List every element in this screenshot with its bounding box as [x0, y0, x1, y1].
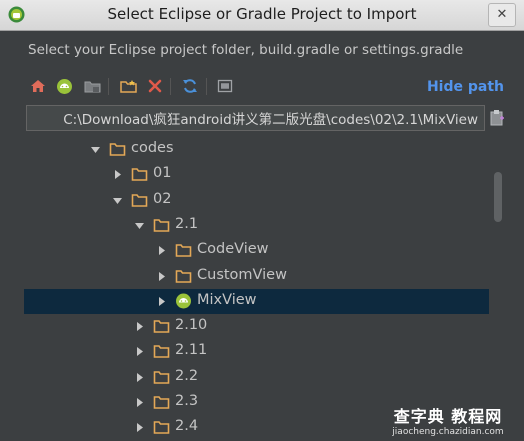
- chevron-down-icon[interactable]: [90, 144, 101, 155]
- toolbar-separator: [170, 78, 171, 95]
- new-folder-button[interactable]: [118, 76, 138, 96]
- close-button[interactable]: ✕: [488, 3, 516, 27]
- tree-row-label: codes: [131, 140, 174, 156]
- refresh-icon: [183, 79, 197, 93]
- folder-icon: [153, 345, 170, 359]
- chevron-right-icon[interactable]: [156, 245, 167, 256]
- android-project-button[interactable]: [54, 76, 74, 96]
- path-field: [26, 105, 485, 131]
- tree-row[interactable]: 02: [24, 188, 489, 213]
- tree-row[interactable]: codes: [24, 137, 489, 162]
- chevron-right-icon[interactable]: [134, 422, 145, 433]
- path-input[interactable]: [27, 106, 478, 130]
- folder-icon: [153, 219, 170, 232]
- chevron-right-icon[interactable]: [134, 372, 145, 383]
- show-hidden-icon: [217, 79, 233, 93]
- tree-row[interactable]: 2.11: [24, 339, 489, 364]
- scrollbar-thumb[interactable]: [494, 172, 502, 222]
- chevron-down-icon[interactable]: [112, 195, 123, 206]
- toolbar-separator: [206, 78, 207, 95]
- hide-path-link[interactable]: Hide path: [427, 79, 504, 95]
- delete-icon: [148, 79, 162, 93]
- chevron-right-icon[interactable]: [156, 271, 167, 282]
- tree-row[interactable]: 2.2: [24, 365, 489, 390]
- watermark-logo: 查字典 教程网: [393, 407, 503, 426]
- chevron-right-icon[interactable]: [134, 346, 145, 357]
- android-project-icon: [56, 78, 72, 94]
- tree-row-label: 2.3: [175, 393, 199, 409]
- folder-icon: [175, 244, 192, 257]
- toolbar-separator: [108, 78, 109, 95]
- delete-button[interactable]: [145, 76, 165, 96]
- tree-row[interactable]: 2.1: [24, 213, 489, 238]
- chevron-right-icon[interactable]: [134, 397, 145, 408]
- file-tree[interactable]: codes 01 02 2.1 CodeView CustomView MixView 2.1…: [24, 137, 489, 441]
- home-button[interactable]: [28, 76, 48, 96]
- tree-row-label: 2.2: [175, 367, 199, 384]
- new-folder-icon: [119, 79, 137, 93]
- tree-row[interactable]: 2.10: [24, 314, 489, 339]
- folder-icon: [153, 370, 170, 384]
- tree-row-label: 2.4: [175, 418, 199, 435]
- folder-icon: [175, 269, 192, 283]
- tree-row-label: CustomView: [197, 266, 287, 283]
- tree-row-label: 2.10: [175, 317, 208, 334]
- chevron-right-icon[interactable]: [156, 296, 167, 307]
- tree-row[interactable]: 01: [24, 162, 489, 187]
- dialog-description: Select your Eclipse project folder, buil…: [28, 42, 464, 58]
- tree-row-label: CodeView: [197, 241, 269, 258]
- tree-row[interactable]: CustomView: [24, 264, 489, 289]
- tree-row-label: 2.1: [175, 215, 199, 232]
- folder-icon: [131, 168, 148, 182]
- folder-icon: [109, 143, 126, 156]
- tree-row-label: MixView: [197, 291, 257, 308]
- folder-icon: [153, 396, 170, 409]
- module-folder-button[interactable]: [82, 76, 102, 96]
- title-bar: Select Eclipse or Gradle Project to Impo…: [0, 0, 524, 31]
- chevron-right-icon[interactable]: [112, 169, 123, 180]
- home-icon: [31, 80, 45, 92]
- tree-row-label: 01: [153, 165, 172, 182]
- refresh-button[interactable]: [180, 76, 200, 96]
- tree-row[interactable]: MixView: [24, 288, 489, 314]
- folder-icon: [153, 421, 170, 435]
- module-folder-icon: [84, 81, 100, 92]
- tree-row-label: 2.11: [175, 342, 208, 359]
- android-icon: [176, 293, 191, 309]
- show-hidden-button[interactable]: [215, 76, 235, 96]
- tree-row[interactable]: CodeView: [24, 238, 489, 263]
- window-title: Select Eclipse or Gradle Project to Impo…: [107, 5, 417, 23]
- watermark: 查字典 教程网 jiaocheng.chazidian.com: [378, 403, 518, 437]
- clipboard-icon[interactable]: [489, 109, 505, 127]
- folder-icon: [131, 193, 148, 207]
- tree-row-label: 02: [153, 190, 172, 207]
- watermark-url: jiaocheng.chazidian.com: [392, 427, 504, 437]
- folder-icon: [153, 320, 170, 333]
- chevron-right-icon[interactable]: [134, 321, 145, 332]
- chevron-down-icon[interactable]: [134, 220, 145, 231]
- vertical-scrollbar[interactable]: [490, 137, 506, 441]
